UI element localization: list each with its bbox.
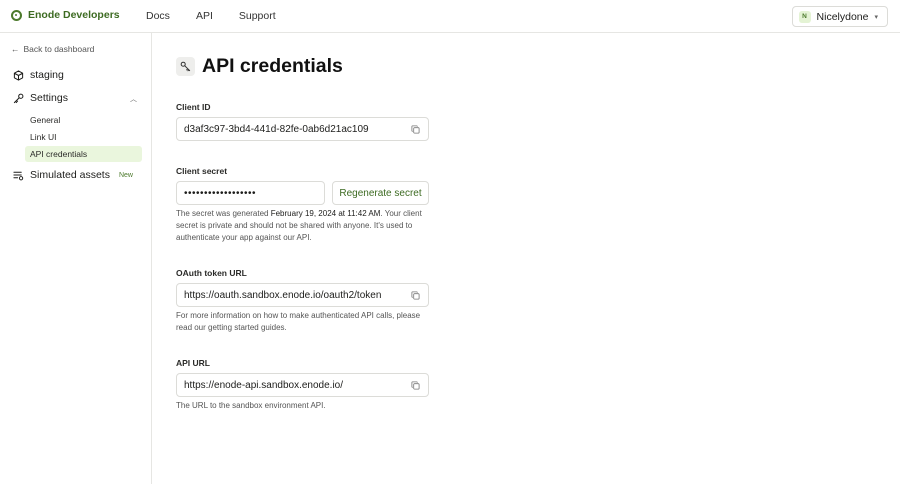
user-menu-button[interactable]: N Nicelydone ▾ xyxy=(791,6,888,27)
nav-api[interactable]: API xyxy=(196,10,213,22)
sidebar-item-link-ui[interactable]: Link UI xyxy=(25,129,142,145)
sidebar-item-general[interactable]: General xyxy=(25,112,142,128)
oauth-url-label: OAuth token URL xyxy=(176,268,247,278)
regenerate-secret-button[interactable]: Regenerate secret xyxy=(332,181,429,205)
enode-logo-icon xyxy=(11,9,22,21)
copy-icon[interactable] xyxy=(411,381,420,390)
copy-icon[interactable] xyxy=(411,125,420,134)
secret-help-prefix: The secret was generated xyxy=(176,209,271,218)
sidebar-item-environment[interactable]: staging xyxy=(13,69,64,81)
oauth-url-help: For more information on how to make auth… xyxy=(176,311,421,332)
brand-link[interactable]: Enode Developers xyxy=(11,9,120,21)
client-id-field[interactable]: d3af3c97-3bd4-441d-82fe-0ab6d21ac109 xyxy=(176,117,429,141)
sidebar: ← Back to dashboard staging Settings ︿ G… xyxy=(0,33,152,484)
brand-name: Enode Developers xyxy=(28,9,120,21)
client-secret-label: Client secret xyxy=(176,166,228,176)
copy-icon[interactable] xyxy=(411,291,420,300)
new-badge: New xyxy=(118,171,133,179)
api-url-field[interactable]: https://enode-api.sandbox.enode.io/ xyxy=(176,373,429,397)
settings-label: Settings xyxy=(30,92,68,104)
client-secret-field[interactable]: •••••••••••••••••• xyxy=(176,181,325,205)
key-icon xyxy=(13,93,24,103)
key-icon xyxy=(176,57,195,76)
chevron-up-icon[interactable]: ︿ xyxy=(130,94,137,104)
chevron-down-icon: ▾ xyxy=(874,13,878,21)
user-name: Nicelydone xyxy=(816,10,869,23)
client-id-label: Client ID xyxy=(176,102,211,112)
client-secret-help: The secret was generated February 19, 20… xyxy=(176,208,434,244)
avatar: N xyxy=(798,10,811,23)
top-bar: Enode Developers Docs API Support N Nice… xyxy=(0,0,900,33)
list-settings-icon xyxy=(13,171,24,180)
sidebar-item-simulated-assets[interactable]: Simulated assets New xyxy=(13,169,133,181)
client-id-value: d3af3c97-3bd4-441d-82fe-0ab6d21ac109 xyxy=(184,123,369,135)
nav-support[interactable]: Support xyxy=(239,10,276,22)
secret-generated-date: February 19, 2024 at 11:42 AM xyxy=(270,209,381,218)
nav-docs[interactable]: Docs xyxy=(146,10,170,22)
api-url-label: API URL xyxy=(176,358,210,368)
arrow-left-icon: ← xyxy=(11,44,20,54)
oauth-url-field[interactable]: https://oauth.sandbox.enode.io/oauth2/to… xyxy=(176,283,429,307)
cube-icon xyxy=(13,69,24,81)
environment-label: staging xyxy=(30,69,64,81)
api-url-help: The URL to the sandbox environment API. xyxy=(176,401,326,410)
back-to-dashboard-link[interactable]: ← Back to dashboard xyxy=(11,44,94,54)
simulated-assets-label: Simulated assets xyxy=(30,169,110,181)
api-url-value: https://enode-api.sandbox.enode.io/ xyxy=(184,379,344,391)
sidebar-item-api-credentials[interactable]: API credentials xyxy=(25,146,142,162)
sidebar-item-settings[interactable]: Settings xyxy=(13,92,68,104)
page-title: API credentials xyxy=(202,55,343,77)
main-content: API credentials Client ID d3af3c97-3bd4-… xyxy=(153,33,900,484)
client-secret-masked: •••••••••••••••••• xyxy=(184,187,257,199)
oauth-url-value: https://oauth.sandbox.enode.io/oauth2/to… xyxy=(184,289,382,301)
back-label: Back to dashboard xyxy=(23,44,95,54)
top-nav: Docs API Support xyxy=(146,10,276,22)
